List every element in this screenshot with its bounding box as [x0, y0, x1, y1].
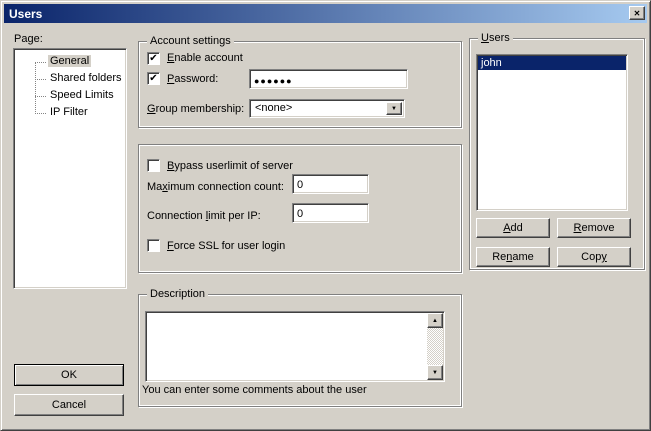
title-bar[interactable]: Users ✕	[4, 4, 647, 23]
enable-account-label: Enable account	[167, 52, 243, 64]
max-connections-input[interactable]	[292, 174, 369, 194]
password-input[interactable]	[249, 69, 408, 89]
remove-button[interactable]: Remove	[557, 218, 631, 238]
page-tree[interactable]: General Shared folders Speed Limits IP F…	[13, 48, 127, 289]
dropdown-button[interactable]: ▼	[386, 102, 402, 115]
description-title: Description	[147, 288, 208, 301]
enable-account-checkbox[interactable]: ✔	[147, 52, 160, 65]
close-button[interactable]: ✕	[629, 6, 645, 20]
tree-item-general[interactable]: General	[14, 54, 126, 71]
ok-button[interactable]: OK	[14, 364, 124, 386]
description-scrollbar[interactable]: ▲ ▼	[427, 313, 443, 380]
users-group: Users john Add Remove Rename Copy	[469, 38, 645, 270]
account-settings-title: Account settings	[147, 35, 234, 48]
connection-limits-group: Bypass userlimit of server Maximum conne…	[138, 144, 462, 273]
tree-item-ip-filter[interactable]: IP Filter	[14, 105, 126, 122]
scroll-up-icon: ▲	[432, 318, 438, 324]
rename-button[interactable]: Rename	[476, 247, 550, 267]
tree-item-shared-folders[interactable]: Shared folders	[14, 71, 126, 88]
users-group-title: Users	[478, 32, 513, 45]
check-icon: ✔	[149, 53, 157, 64]
group-membership-value: <none>	[255, 102, 384, 114]
tree-item-label[interactable]: General	[48, 55, 91, 67]
tree-item-speed-limits[interactable]: Speed Limits	[14, 88, 126, 105]
tree-item-label[interactable]: IP Filter	[48, 106, 90, 118]
check-icon: ✔	[149, 73, 157, 84]
max-connections-label: Maximum connection count:	[147, 181, 284, 193]
bypass-userlimit-label: Bypass userlimit of server	[167, 160, 293, 172]
group-membership-select[interactable]: <none> ▼	[249, 99, 405, 118]
page-label: Page:	[14, 33, 43, 45]
password-label: Password:	[167, 73, 218, 85]
scroll-up-button[interactable]: ▲	[427, 313, 443, 328]
group-membership-label: Group membership:	[147, 103, 244, 115]
password-checkbox[interactable]: ✔	[147, 72, 160, 85]
users-dialog: Users ✕ Page: General Shared folders Spe…	[0, 0, 651, 431]
scroll-down-button[interactable]: ▼	[427, 365, 443, 380]
account-settings-group: Account settings ✔ Enable account ✔ Pass…	[138, 41, 462, 128]
user-list-item[interactable]: john	[478, 56, 626, 70]
force-ssl-checkbox[interactable]	[147, 239, 160, 252]
scroll-down-icon: ▼	[432, 370, 438, 376]
cancel-button[interactable]: Cancel	[14, 394, 124, 416]
chevron-down-icon: ▼	[391, 106, 397, 112]
description-textarea[interactable]	[147, 313, 428, 380]
tree-item-label[interactable]: Shared folders	[48, 72, 124, 84]
force-ssl-label: Force SSL for user login	[167, 240, 285, 252]
copy-button[interactable]: Copy	[557, 247, 631, 267]
window-title: Users	[9, 7, 42, 21]
connections-per-ip-input[interactable]	[292, 203, 369, 223]
description-hint: You can enter some comments about the us…	[142, 384, 367, 396]
tree-item-label[interactable]: Speed Limits	[48, 89, 116, 101]
connections-per-ip-label: Connection limit per IP:	[147, 210, 261, 222]
description-textarea-frame: ▲ ▼	[145, 311, 445, 382]
bypass-userlimit-checkbox[interactable]	[147, 159, 160, 172]
close-icon: ✕	[634, 9, 641, 18]
description-group: Description ▲ ▼ You can enter some comme…	[138, 294, 462, 407]
users-listbox[interactable]: john	[476, 54, 628, 211]
add-button[interactable]: Add	[476, 218, 550, 238]
